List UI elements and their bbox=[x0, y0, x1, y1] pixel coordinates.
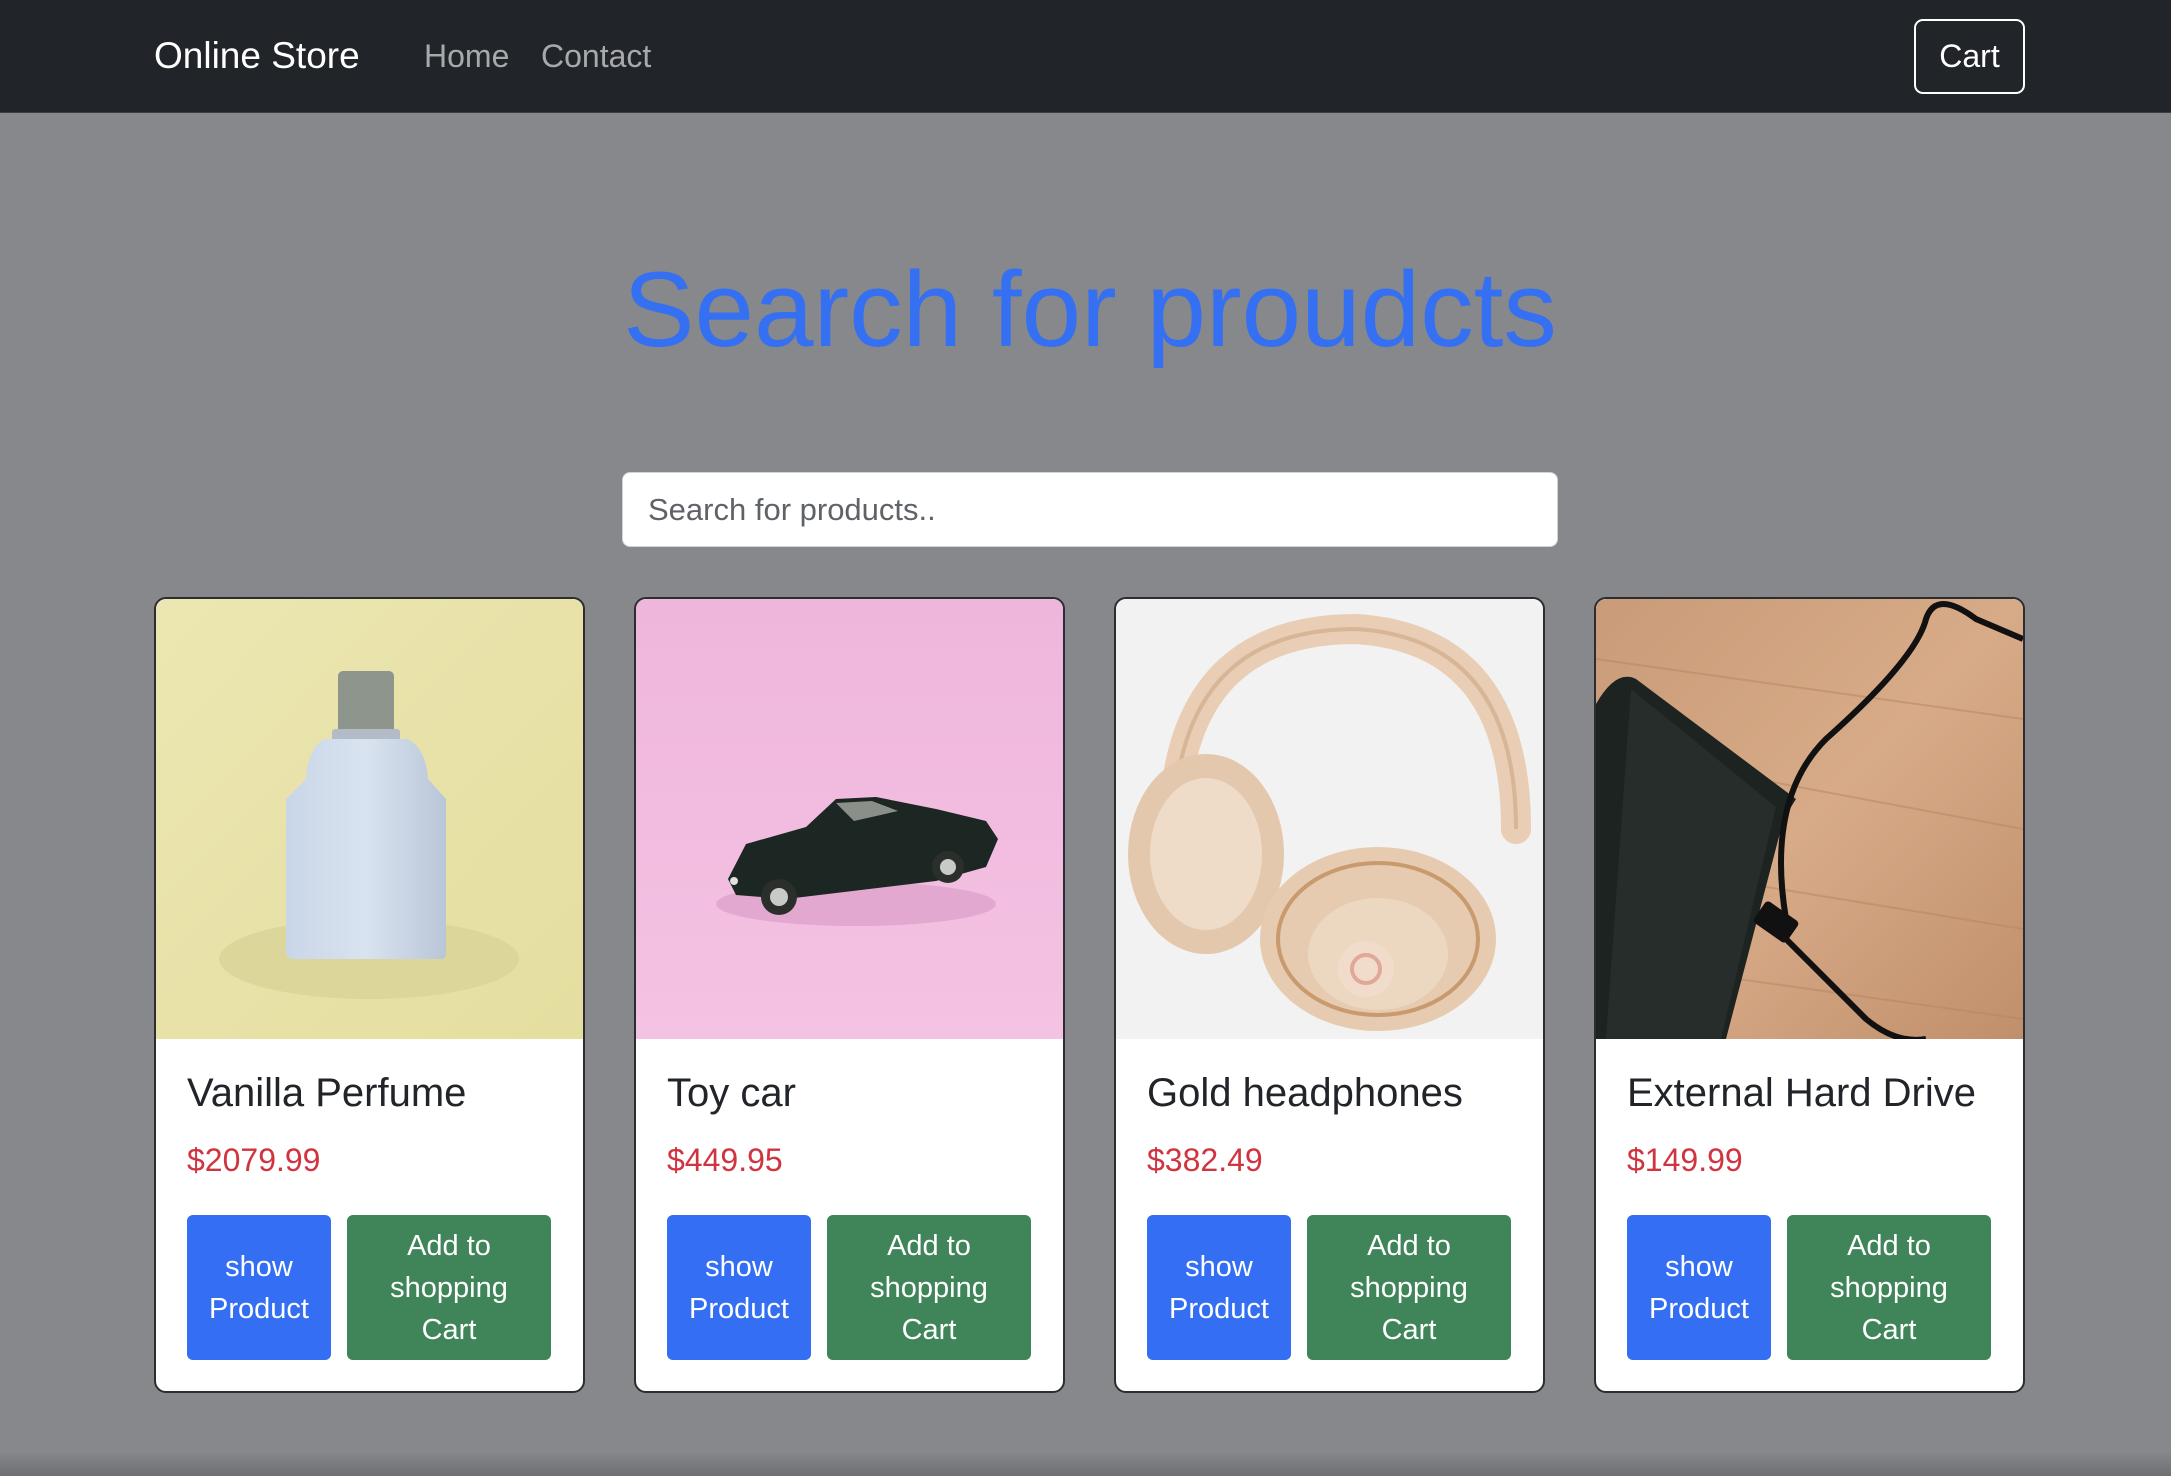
product-card-external-hard-drive: External Hard Drive $149.99 show Product… bbox=[1594, 597, 2025, 1393]
cart-button[interactable]: Cart bbox=[1914, 19, 2025, 94]
show-product-button[interactable]: show Product bbox=[187, 1215, 331, 1360]
search-input[interactable] bbox=[622, 472, 1558, 547]
nav-link-home[interactable]: Home bbox=[424, 36, 509, 76]
product-price: $2079.99 bbox=[187, 1142, 321, 1178]
show-product-button[interactable]: show Product bbox=[1147, 1215, 1291, 1360]
show-product-button[interactable]: show Product bbox=[667, 1215, 811, 1360]
add-to-cart-button[interactable]: Add to shopping Cart bbox=[1307, 1215, 1511, 1360]
brand-link[interactable]: Online Store bbox=[154, 34, 360, 78]
navbar: Online Store Home Contact Cart bbox=[0, 0, 2171, 113]
product-price: $382.49 bbox=[1147, 1142, 1263, 1178]
hard-drive-photo bbox=[1596, 599, 2023, 1039]
product-title: Vanilla Perfume bbox=[187, 1071, 467, 1115]
product-card-toy-car: Toy car $449.95 show Product Add to shop… bbox=[634, 597, 1065, 1393]
product-title: Gold headphones bbox=[1147, 1071, 1463, 1115]
product-card-gold-headphones: Gold headphones $382.49 show Product Add… bbox=[1114, 597, 1545, 1393]
add-to-cart-button[interactable]: Add to shopping Cart bbox=[827, 1215, 1031, 1360]
toy-car-photo bbox=[636, 599, 1063, 1039]
nav-link-contact[interactable]: Contact bbox=[541, 36, 651, 76]
show-product-button[interactable]: show Product bbox=[1627, 1215, 1771, 1360]
page-bottom-shadow bbox=[0, 1452, 2171, 1476]
headphones-photo bbox=[1116, 599, 1543, 1039]
product-image-toy-car[interactable] bbox=[636, 599, 1063, 1039]
product-image-hard-drive[interactable] bbox=[1596, 599, 2023, 1039]
product-title: Toy car bbox=[667, 1071, 796, 1115]
page-title: Search for proudcts bbox=[623, 249, 1557, 369]
product-image-perfume[interactable] bbox=[156, 599, 583, 1039]
add-to-cart-button[interactable]: Add to shopping Cart bbox=[1787, 1215, 1991, 1360]
product-card-vanilla-perfume: Vanilla Perfume $2079.99 show Product Ad… bbox=[154, 597, 585, 1393]
product-image-headphones[interactable] bbox=[1116, 599, 1543, 1039]
product-title: External Hard Drive bbox=[1627, 1071, 1977, 1115]
product-price: $149.99 bbox=[1627, 1142, 1743, 1178]
perfume-bottle-photo bbox=[156, 599, 583, 1039]
add-to-cart-button[interactable]: Add to shopping Cart bbox=[347, 1215, 551, 1360]
product-price: $449.95 bbox=[667, 1142, 783, 1178]
